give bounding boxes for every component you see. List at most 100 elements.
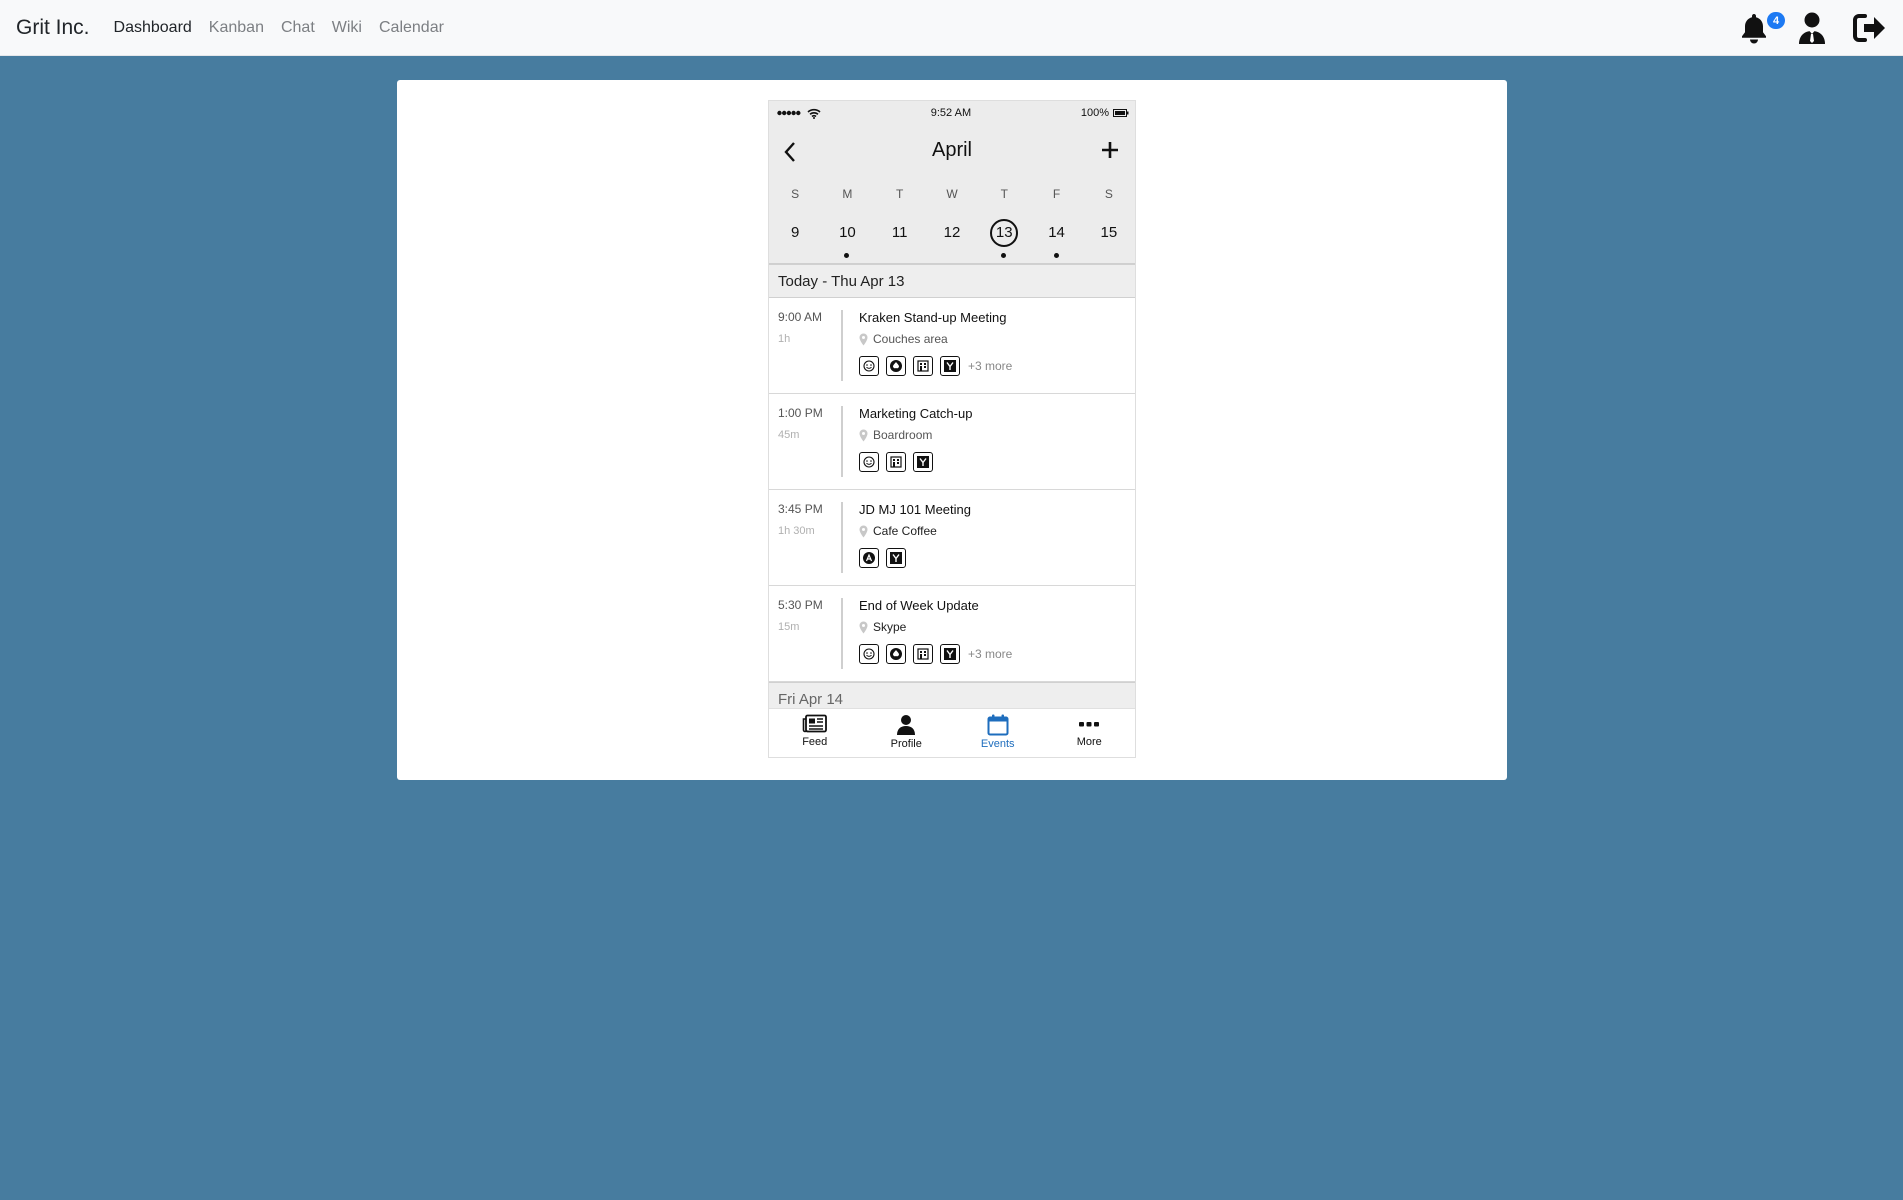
day-number: 14 (1048, 224, 1065, 241)
sign-out-icon (1853, 14, 1885, 42)
attendee-list: +3 more (859, 644, 1135, 664)
newspaper-icon (802, 714, 827, 733)
building-icon[interactable] (913, 644, 933, 664)
event-item[interactable]: 1:00 PM 45m Marketing Catch-up Boardroom (769, 394, 1135, 490)
bottom-tab-bar: Feed Profile Events More (769, 708, 1135, 757)
tab-feed[interactable]: Feed (769, 709, 861, 757)
event-time: 1:00 PM (778, 406, 823, 420)
spade-icon[interactable] (886, 644, 906, 664)
event-duration: 15m (778, 621, 800, 633)
day-number: 15 (1100, 224, 1118, 241)
event-location: Couches area (859, 332, 1135, 346)
status-time: 9:52 AM (930, 107, 972, 119)
day-cell[interactable]: 11 (874, 211, 926, 263)
weekday-label: F (1052, 187, 1061, 201)
event-item[interactable]: 9:00 AM 1h Kraken Stand-up Meeting Couch… (769, 298, 1135, 394)
y-icon[interactable] (913, 452, 933, 472)
location-label: Skype (873, 620, 907, 634)
event-location: Boardroom (859, 428, 1135, 442)
nav-dashboard[interactable]: Dashboard (114, 19, 192, 37)
tab-label: Feed (802, 736, 828, 748)
day-cell[interactable]: 12 (926, 211, 978, 263)
event-time: 5:30 PM (778, 598, 823, 612)
event-time: 3:45 PM (778, 502, 823, 516)
event-title: JD MJ 101 Meeting (859, 502, 971, 517)
day-cell[interactable]: 10 (821, 211, 873, 263)
spade-icon[interactable] (886, 356, 906, 376)
nav-wiki[interactable]: Wiki (332, 19, 362, 37)
add-event-button[interactable] (1101, 141, 1119, 164)
brand-logo[interactable]: Grit Inc. (16, 16, 90, 40)
y-icon[interactable] (940, 356, 960, 376)
day-number: 13 (990, 219, 1019, 247)
day-cell[interactable]: 14 (1030, 211, 1082, 263)
navbar-actions: 4 (1736, 0, 1888, 56)
smiley-icon[interactable] (859, 452, 879, 472)
battery-icon (1113, 109, 1129, 117)
more-attendees-link[interactable]: +3 more (968, 359, 1012, 373)
day-cell[interactable]: 9 (769, 211, 821, 263)
notifications-button[interactable]: 4 (1736, 10, 1785, 46)
wifi-icon (807, 108, 821, 119)
location-label: Boardroom (873, 428, 933, 442)
event-location: Cafe Coffee (859, 524, 1135, 538)
day-number: 11 (891, 224, 908, 241)
tab-label: Events (980, 738, 1015, 750)
event-duration: 45m (778, 429, 800, 441)
attendee-list: +3 more (859, 356, 1135, 376)
event-time: 9:00 AM (778, 310, 823, 324)
nav-kanban[interactable]: Kanban (209, 19, 264, 37)
event-duration: 1h 30m (778, 525, 815, 537)
tab-label: More (1076, 736, 1102, 748)
location-pin-icon (859, 429, 868, 441)
day-cell[interactable]: 15 (1083, 211, 1135, 263)
building-icon[interactable] (886, 452, 906, 472)
a-icon[interactable] (859, 548, 879, 568)
y-icon[interactable] (940, 644, 960, 664)
today-header: Today - Thu Apr 13 (769, 264, 1135, 298)
weekday-label: S (1104, 187, 1113, 201)
logout-button[interactable] (1852, 10, 1888, 46)
day-row: 9 10 11 12 13 14 15 (769, 211, 1135, 264)
event-title: End of Week Update (859, 598, 979, 613)
weekday-label: W (946, 187, 958, 201)
battery-percent: 100% (1080, 107, 1109, 119)
status-bar: 9:52 AM 100% (769, 101, 1135, 125)
user-suit-icon (1799, 12, 1825, 44)
day-number: 10 (839, 224, 856, 241)
signal-icon (777, 110, 801, 116)
tab-more[interactable]: More (1044, 709, 1136, 757)
nav-calendar[interactable]: Calendar (379, 19, 444, 37)
calendar-icon (987, 714, 1009, 736)
event-title: Marketing Catch-up (859, 406, 973, 421)
location-label: Cafe Coffee (873, 524, 937, 538)
smiley-icon[interactable] (859, 644, 879, 664)
event-item[interactable]: 5:30 PM 15m End of Week Update Skype +3 … (769, 586, 1135, 682)
weekday-label: M (842, 187, 853, 201)
location-pin-icon (859, 525, 868, 537)
content-card: 9:52 AM 100% April S M T W T F S 9 10 11… (397, 80, 1507, 780)
month-title: April (931, 139, 972, 161)
weekday-label: T (896, 187, 904, 201)
event-item[interactable]: 3:45 PM 1h 30m JD MJ 101 Meeting Cafe Co… (769, 490, 1135, 586)
profile-button[interactable] (1794, 10, 1830, 46)
tab-profile[interactable]: Profile (861, 709, 953, 757)
y-icon[interactable] (886, 548, 906, 568)
top-navbar: Grit Inc. Dashboard Kanban Chat Wiki Cal… (0, 0, 1903, 56)
smiley-icon[interactable] (859, 356, 879, 376)
tab-events[interactable]: Events (952, 709, 1044, 757)
weekday-row: S M T W T F S (769, 181, 1135, 211)
notification-badge: 4 (1767, 12, 1785, 29)
event-location: Skype (859, 620, 1135, 634)
tab-label: Profile (890, 738, 922, 750)
day-number: 9 (790, 224, 800, 241)
person-icon (897, 715, 916, 735)
building-icon[interactable] (913, 356, 933, 376)
event-title: Kraken Stand-up Meeting (859, 310, 1007, 325)
more-attendees-link[interactable]: +3 more (968, 647, 1012, 661)
day-cell-today[interactable]: 13 (978, 211, 1030, 263)
nav-chat[interactable]: Chat (281, 19, 315, 37)
ellipsis-icon (1079, 722, 1100, 727)
bell-icon (1742, 14, 1766, 44)
event-dot (1001, 253, 1007, 258)
